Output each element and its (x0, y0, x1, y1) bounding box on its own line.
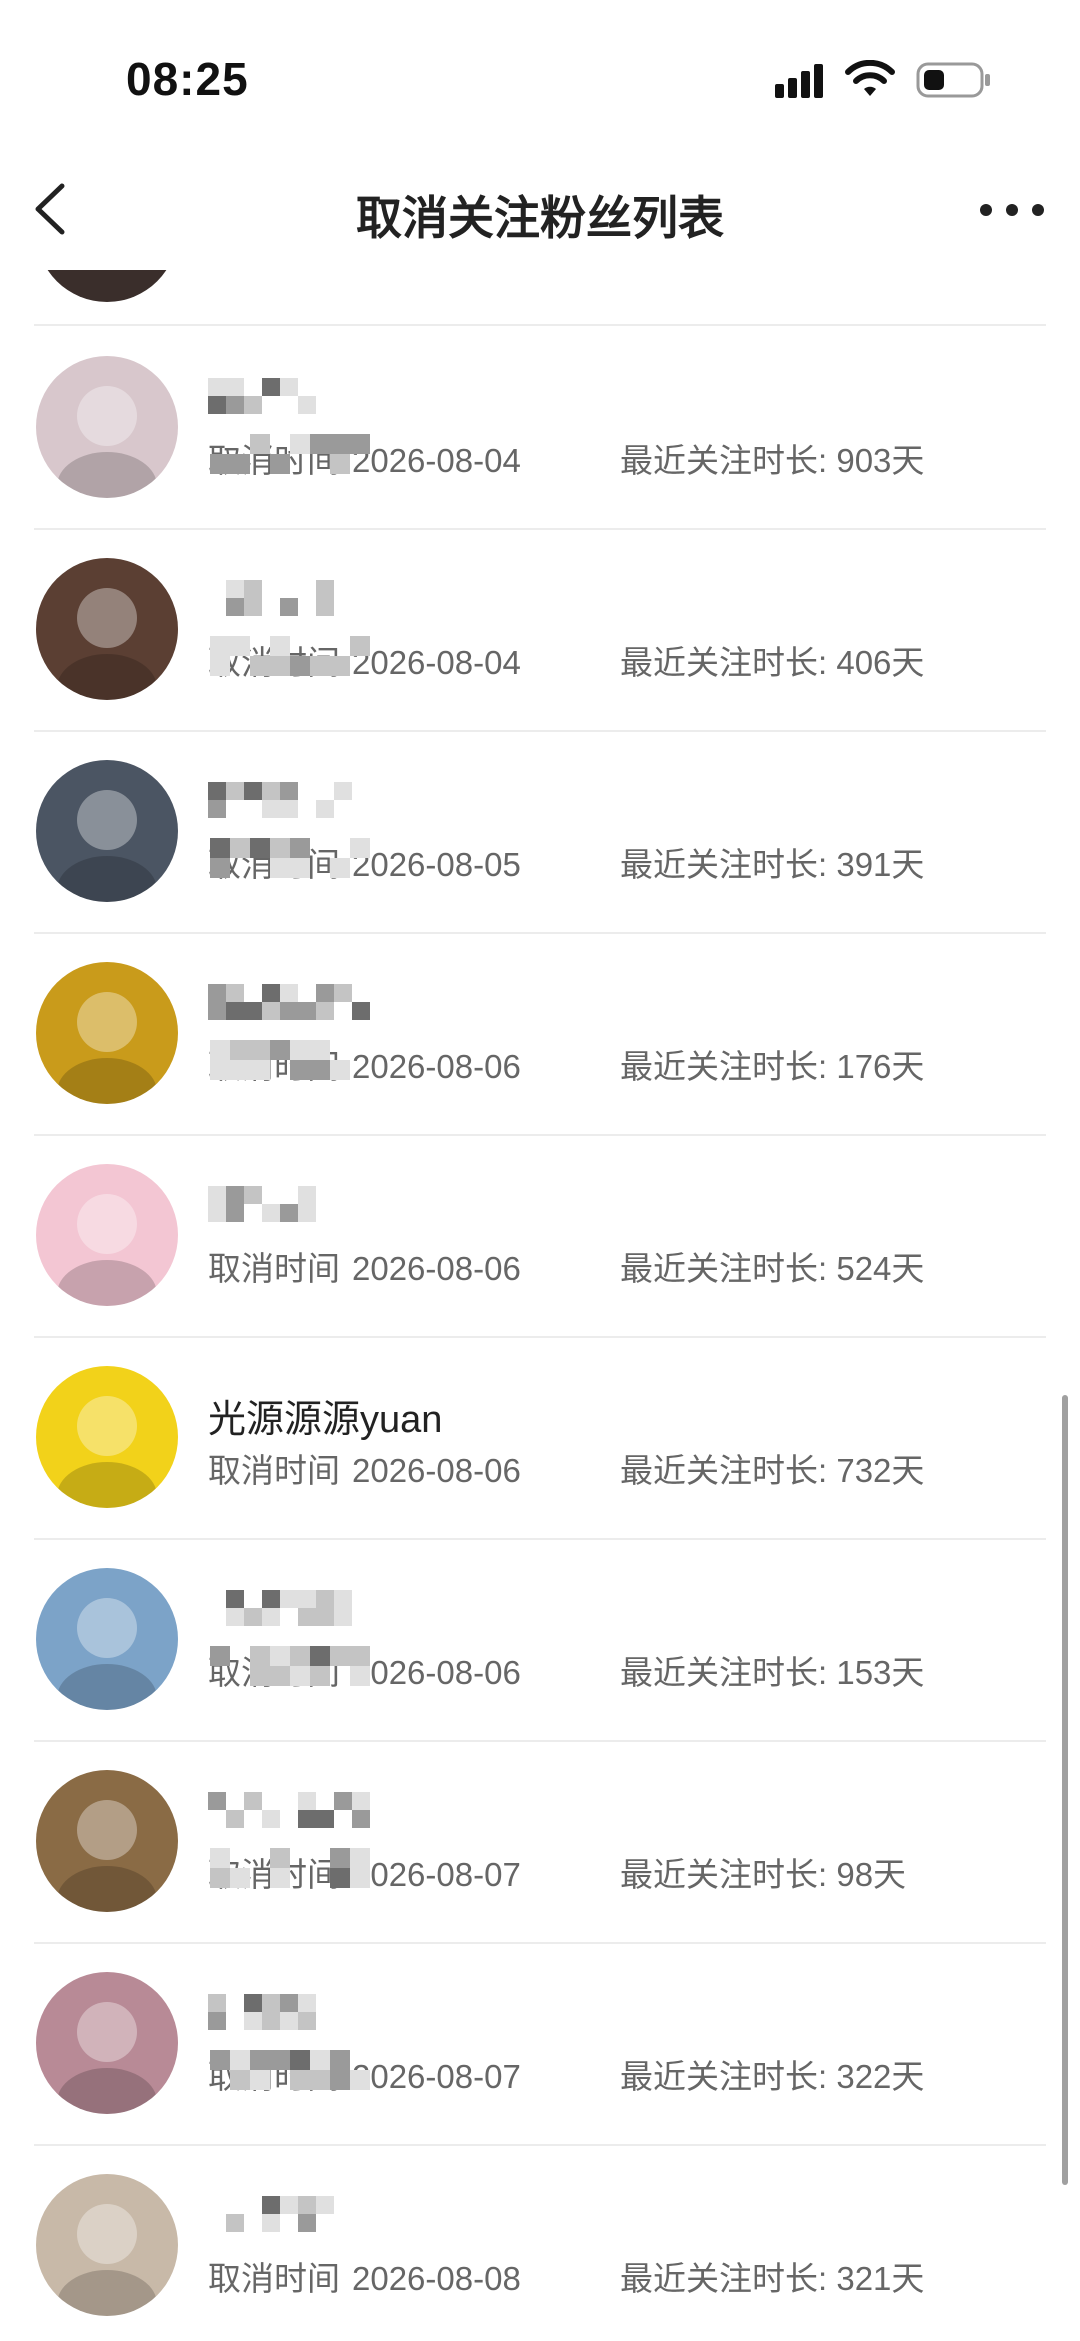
follow-duration: 最近关注时长: 321天 (620, 2260, 925, 2297)
follow-duration: 最近关注时长: 98天 (620, 1856, 907, 1893)
status-bar: 08:25 (0, 0, 1080, 150)
cancel-time-label: 取消时间 (208, 1452, 340, 1489)
follow-duration: 最近关注时长: 176天 (620, 1048, 925, 1085)
avatar[interactable] (36, 1972, 178, 2114)
list-item[interactable]: 取消时间2026-08-05最近关注时长: 391天 (0, 730, 1080, 932)
list-item[interactable]: 取消时间 2026-08-06 最近关注时长: 176天 (0, 932, 1080, 1134)
avatar[interactable] (36, 760, 178, 902)
cancel-time: 取消时间 2026-08-06 (208, 1444, 521, 1492)
list-item[interactable]: 取消时间2026-08-04最近关注时长: 903天 (0, 326, 1080, 528)
username: 光源源源yuan (208, 1399, 443, 1441)
list-item[interactable]: 取消时间2026-08-04最近关注时长: 406天 (0, 528, 1080, 730)
cancel-time-label: 取消时间 (208, 1250, 340, 1287)
cancel-date: 2026-08-05 (352, 846, 521, 883)
list-item[interactable]: 取消时间 2026-08-06 最近关注时长: 524天 (0, 1134, 1080, 1336)
cancel-time: 取消时间 2026-08-06 (208, 1242, 521, 1290)
avatar[interactable] (36, 962, 178, 1104)
nav-bar: 取消关注粉丝列表 (0, 150, 1080, 270)
signal-icon (775, 64, 823, 98)
follow-duration: 最近关注时长: 903天 (620, 442, 925, 479)
follow-duration: 最近关注时长: 322天 (620, 2058, 925, 2095)
avatar[interactable] (36, 558, 178, 700)
avatar[interactable] (36, 1568, 178, 1710)
avatar[interactable] (36, 356, 178, 498)
cancel-date: 2026-08-06 (352, 1452, 521, 1489)
avatar[interactable] (36, 2174, 178, 2316)
list-item[interactable]: 取消时间2026-08-07最近关注时长: 98天 (0, 1740, 1080, 1942)
list-item[interactable]: 光源源源yuan 取消时间 2026-08-06 最近关注时长: 732天 (0, 1336, 1080, 1538)
follow-duration: 最近关注时长: 732天 (620, 1452, 925, 1489)
status-time: 08:25 (126, 53, 249, 105)
battery-icon (916, 62, 990, 98)
cancel-date: 2026-08-08 (352, 2260, 521, 2297)
cancel-time: 取消时间 2026-08-08 (208, 2252, 521, 2300)
cancel-date: 2026-08-06 (352, 1048, 521, 1085)
wifi-icon (845, 60, 895, 96)
more-dots-icon (980, 204, 1044, 216)
follow-duration: 最近关注时长: 406天 (620, 644, 925, 681)
follow-duration: 最近关注时长: 153天 (620, 1654, 925, 1691)
cancel-date: 2026-08-04 (352, 442, 521, 479)
list-item[interactable]: 取消时间 2026-08-07 最近关注时长: 322天 (0, 1942, 1080, 2144)
list-item[interactable]: 取消时间 2026-08-08 最近关注时长: 321天 (0, 2144, 1080, 2341)
list-item-partial (0, 270, 1080, 302)
more-button[interactable] (976, 190, 1048, 230)
cancel-date: 2026-08-04 (352, 644, 521, 681)
avatar (36, 270, 178, 302)
cancel-date: 2026-08-07 (352, 2058, 521, 2095)
cancel-date: 2026-08-06 (352, 1654, 521, 1691)
avatar[interactable] (36, 1366, 178, 1508)
list-item[interactable]: 取消时间2026-08-06最近关注时长: 153天 (0, 1538, 1080, 1740)
cancel-date: 2026-08-06 (352, 1250, 521, 1287)
scrollbar[interactable] (1062, 1395, 1068, 2185)
follow-duration: 最近关注时长: 391天 (620, 846, 925, 883)
cancel-time-label: 取消时间 (208, 2260, 340, 2297)
avatar[interactable] (36, 1770, 178, 1912)
cancel-date: 2026-08-07 (352, 1856, 521, 1893)
unfollow-fans-list: 取消时间 2026-08-04 最近关注时长: 903天取消时间 2026-08-04… (0, 270, 1080, 2341)
page-title: 取消关注粉丝列表 (356, 192, 724, 244)
follow-duration: 最近关注时长: 524天 (620, 1250, 925, 1287)
avatar[interactable] (36, 1164, 178, 1306)
